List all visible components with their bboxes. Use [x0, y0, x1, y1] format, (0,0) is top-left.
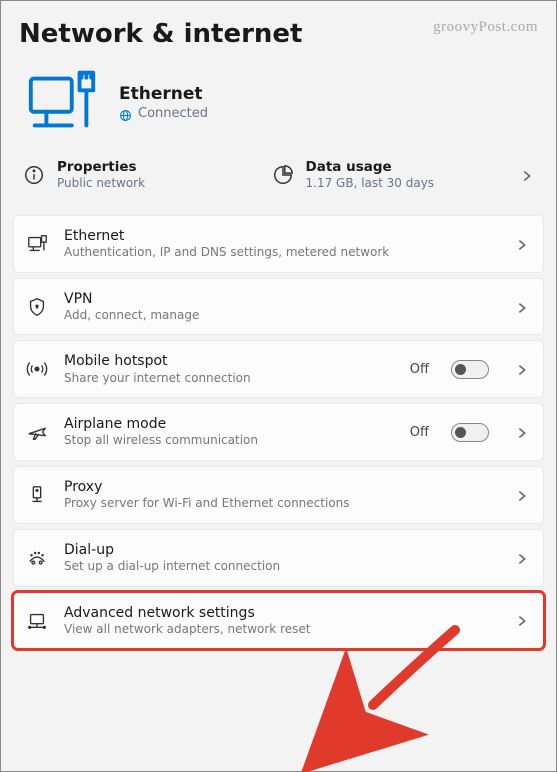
setting-vpn[interactable]: VPNAdd, connect, manage [13, 278, 544, 336]
item-title: VPN [64, 290, 499, 308]
item-title: Ethernet [64, 227, 499, 245]
connection-summary: Ethernet Connected [19, 57, 538, 155]
page-title: Network & internet [19, 19, 302, 49]
item-subtitle: Add, connect, manage [64, 308, 499, 324]
toggle-state: Off [410, 362, 429, 377]
item-subtitle: Authentication, IP and DNS settings, met… [64, 245, 499, 261]
setting-dial-up[interactable]: Dial-upSet up a dial-up internet connect… [13, 529, 544, 587]
item-subtitle: Share your internet connection [64, 371, 394, 387]
chevron-right-icon [515, 237, 529, 251]
info-icon [23, 164, 45, 186]
connection-status: Connected [138, 106, 208, 121]
item-subtitle: Stop all wireless communication [64, 433, 394, 449]
item-subtitle: View all network adapters, network reset [64, 622, 499, 638]
item-title: Proxy [64, 478, 499, 496]
setting-mobile-hotspot[interactable]: Mobile hotspotShare your internet connec… [13, 340, 544, 398]
data-usage-sub: 1.17 GB, last 30 days [306, 176, 435, 191]
properties-sub: Public network [57, 176, 145, 191]
network-adapter-icon [26, 609, 48, 631]
item-subtitle: Set up a dial-up internet connection [64, 559, 499, 575]
shield-icon [26, 296, 48, 318]
item-title: Dial-up [64, 541, 499, 559]
data-usage-title: Data usage [306, 159, 435, 176]
ethernet-icon [26, 233, 48, 255]
toggle-switch[interactable] [451, 360, 489, 379]
chevron-right-icon [515, 613, 529, 627]
chevron-right-icon [515, 425, 529, 439]
item-title: Advanced network settings [64, 604, 499, 622]
chevron-right-icon [520, 168, 534, 182]
globe-icon [119, 107, 132, 120]
setting-proxy[interactable]: ProxyProxy server for Wi-Fi and Ethernet… [13, 466, 544, 524]
setting-airplane-mode[interactable]: Airplane modeStop all wireless communica… [13, 403, 544, 461]
connection-name: Ethernet [119, 84, 208, 104]
item-title: Mobile hotspot [64, 352, 394, 370]
chevron-right-icon [515, 488, 529, 502]
properties-button[interactable]: Properties Public network [23, 159, 258, 191]
item-subtitle: Proxy server for Wi-Fi and Ethernet conn… [64, 496, 499, 512]
toggle-state: Off [410, 425, 429, 440]
chevron-right-icon [515, 362, 529, 376]
pie-chart-icon [272, 164, 294, 186]
setting-advanced-network-settings[interactable]: Advanced network settingsView all networ… [13, 592, 544, 650]
setting-ethernet[interactable]: EthernetAuthentication, IP and DNS setti… [13, 215, 544, 273]
chevron-right-icon [515, 300, 529, 314]
airplane-icon [26, 421, 48, 443]
properties-title: Properties [57, 159, 145, 176]
watermark: groovyPost.com [433, 19, 538, 36]
dialup-icon [26, 547, 48, 569]
data-usage-button[interactable]: Data usage 1.17 GB, last 30 days [272, 159, 507, 191]
ethernet-device-icon [23, 63, 101, 141]
chevron-right-icon [515, 551, 529, 565]
toggle-switch[interactable] [451, 423, 489, 442]
proxy-icon [26, 484, 48, 506]
hotspot-icon [26, 358, 48, 380]
item-title: Airplane mode [64, 415, 394, 433]
